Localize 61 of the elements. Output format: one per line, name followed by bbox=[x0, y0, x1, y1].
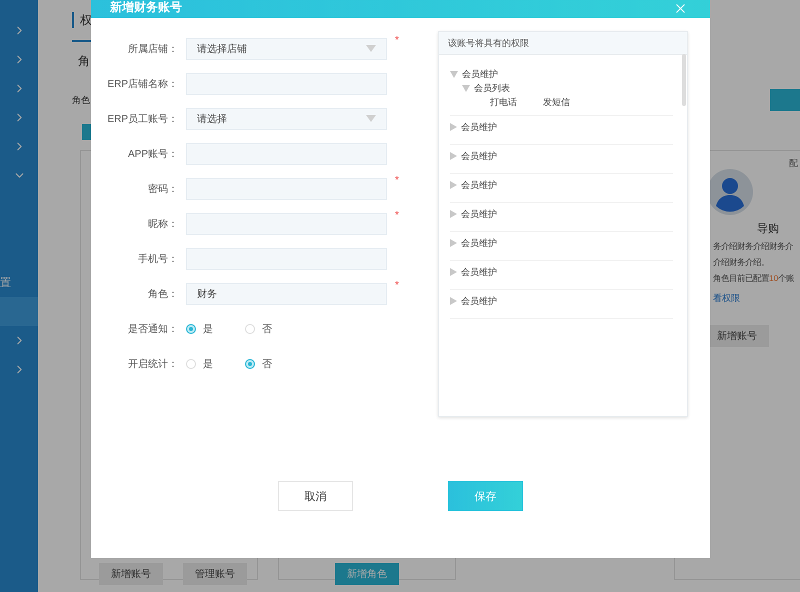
input-field[interactable] bbox=[186, 248, 387, 270]
required-mark: * bbox=[395, 35, 399, 46]
card-label: 配 bbox=[789, 157, 798, 170]
tree-item[interactable]: 会员维护 bbox=[462, 68, 498, 80]
field-label: APP账号： bbox=[126, 148, 178, 160]
field-label: 昵称： bbox=[147, 218, 178, 230]
required-mark: * bbox=[395, 175, 399, 186]
card-button[interactable]: 管理账号 bbox=[183, 563, 247, 585]
field-label: 密码： bbox=[147, 182, 178, 196]
field-label: 手机号： bbox=[137, 252, 178, 266]
panel-title: 该账号将具有的权限 bbox=[439, 32, 687, 55]
add-button[interactable] bbox=[770, 89, 800, 111]
required-mark: * bbox=[395, 280, 399, 291]
caret-right-icon[interactable] bbox=[450, 297, 457, 305]
caret-down-icon bbox=[366, 115, 376, 122]
tree-item[interactable]: 会员列表 bbox=[474, 82, 510, 94]
caret-right-icon[interactable] bbox=[450, 210, 457, 218]
caret-right-icon[interactable] bbox=[450, 239, 457, 247]
caret-right-icon[interactable] bbox=[450, 181, 457, 189]
radio-option[interactable]: 否 bbox=[245, 322, 272, 336]
input-field[interactable]: 财务 bbox=[186, 282, 387, 304]
tree-item[interactable]: 打电话 bbox=[490, 96, 517, 108]
dialog-title: 新增财务账号 bbox=[110, 0, 182, 16]
field-label: 所属店铺： bbox=[127, 42, 178, 56]
page-title: 权 bbox=[80, 12, 92, 28]
caret-down-icon bbox=[366, 45, 376, 52]
sidebar-item[interactable] bbox=[0, 297, 38, 326]
input-field[interactable] bbox=[186, 142, 387, 164]
input-field[interactable] bbox=[186, 212, 387, 234]
radio-option[interactable]: 是 bbox=[186, 356, 213, 370]
input-field[interactable] bbox=[186, 178, 387, 200]
role-description: 务介绍财务介绍财务介 bbox=[713, 241, 794, 252]
tree-item[interactable]: 会员维护 bbox=[461, 120, 497, 134]
tree-item[interactable]: 会员维护 bbox=[461, 294, 497, 308]
tree-item[interactable]: 会员维护 bbox=[461, 208, 497, 220]
account-count: 角色目前已配置10个账 bbox=[713, 273, 796, 284]
radio-option[interactable]: 是 bbox=[186, 322, 213, 336]
tree-item[interactable]: 会员维护 bbox=[461, 150, 497, 162]
tree-item[interactable]: 发短信 bbox=[543, 96, 570, 108]
select-field[interactable]: 请选择店铺 bbox=[186, 38, 387, 60]
role-name: 导购 bbox=[757, 222, 780, 236]
cancel-button[interactable]: 取消 bbox=[278, 481, 353, 511]
field-label: 是否通知： bbox=[127, 322, 178, 336]
caret-right-icon[interactable] bbox=[450, 123, 457, 131]
field-label: ERP店铺名称： bbox=[106, 78, 178, 90]
radio-option[interactable]: 否 bbox=[245, 356, 272, 370]
input-field[interactable] bbox=[186, 72, 387, 94]
required-mark: * bbox=[395, 210, 399, 221]
tree-item[interactable]: 会员维护 bbox=[461, 236, 497, 250]
role-description: 介绍财务介绍。 bbox=[713, 257, 770, 268]
filter-label: 角色 bbox=[72, 94, 90, 106]
select-field[interactable]: 请选择 bbox=[186, 108, 387, 130]
tree-item[interactable]: 会员维护 bbox=[461, 178, 497, 192]
field-label: ERP员工账号： bbox=[106, 112, 178, 126]
field-label: 角色： bbox=[147, 288, 178, 300]
field-label: 开启统计： bbox=[127, 358, 178, 370]
caret-right-icon[interactable] bbox=[450, 268, 457, 276]
avatar-icon bbox=[707, 169, 753, 215]
tree-item[interactable]: 会员维护 bbox=[461, 266, 497, 278]
caret-right-icon[interactable] bbox=[450, 152, 457, 160]
card-button[interactable]: 新增账号 bbox=[99, 563, 163, 585]
